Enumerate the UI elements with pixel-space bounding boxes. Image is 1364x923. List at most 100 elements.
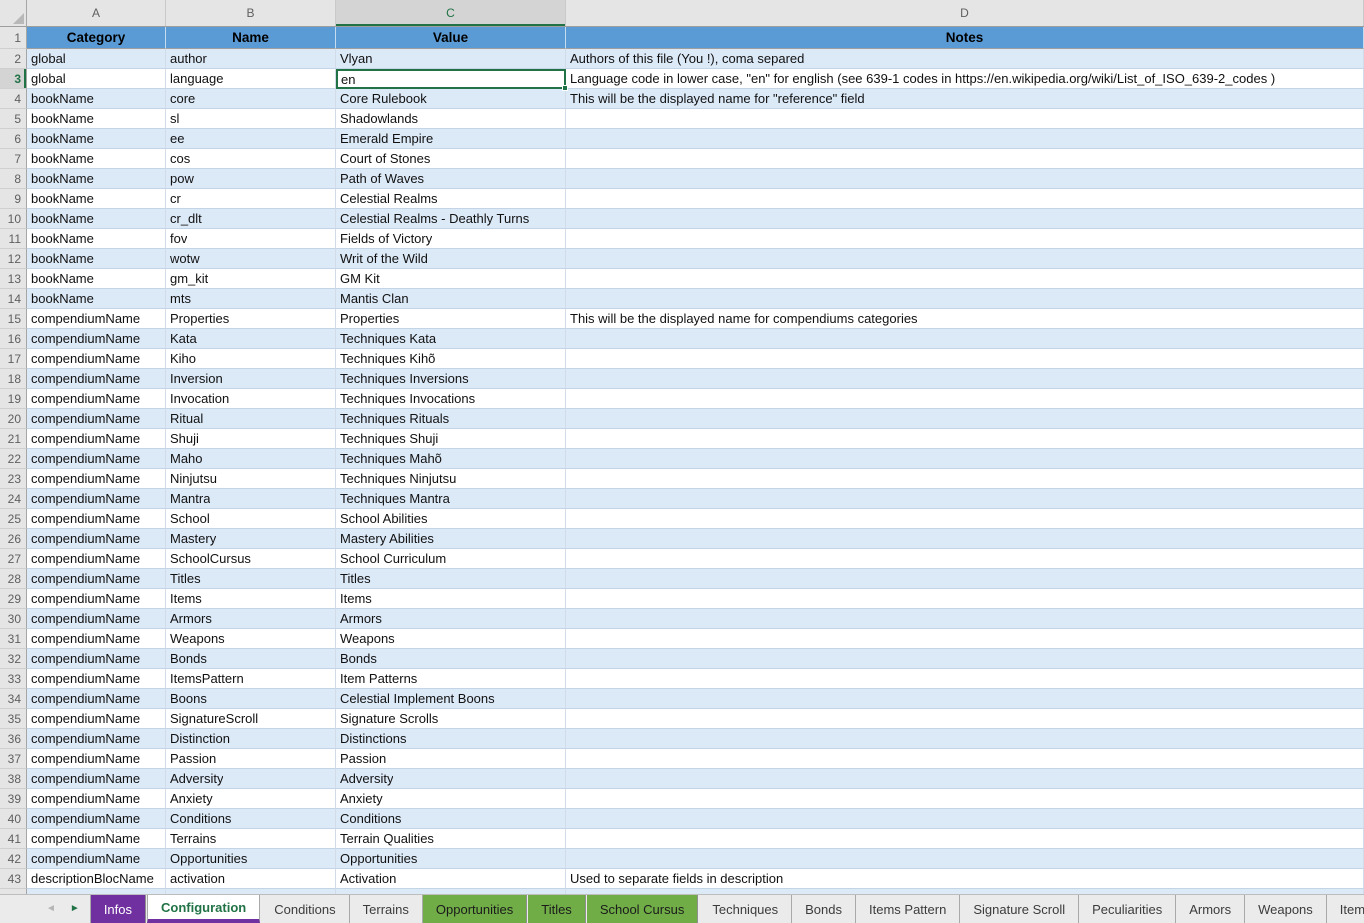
cell-C10[interactable]: Celestial Realms - Deathly Turns bbox=[336, 209, 566, 229]
cell-C19[interactable]: Techniques Invocations bbox=[336, 389, 566, 409]
cell-D35[interactable] bbox=[566, 709, 1364, 729]
cell-B8[interactable]: pow bbox=[166, 169, 336, 189]
row-number-24[interactable]: 24 bbox=[0, 489, 27, 509]
cell-D25[interactable] bbox=[566, 509, 1364, 529]
cell-B13[interactable]: gm_kit bbox=[166, 269, 336, 289]
cell-A3[interactable]: global bbox=[27, 69, 166, 89]
cell-A12[interactable]: bookName bbox=[27, 249, 166, 269]
row-number-30[interactable]: 30 bbox=[0, 609, 27, 629]
cell-C8[interactable]: Path of Waves bbox=[336, 169, 566, 189]
cell-D1[interactable]: Notes bbox=[566, 27, 1364, 49]
cell-B4[interactable]: core bbox=[166, 89, 336, 109]
cell-C38[interactable]: Adversity bbox=[336, 769, 566, 789]
cell-B19[interactable]: Invocation bbox=[166, 389, 336, 409]
row-number-23[interactable]: 23 bbox=[0, 469, 27, 489]
cell-D22[interactable] bbox=[566, 449, 1364, 469]
cell-A22[interactable]: compendiumName bbox=[27, 449, 166, 469]
cell-B30[interactable]: Armors bbox=[166, 609, 336, 629]
cell-A29[interactable]: compendiumName bbox=[27, 589, 166, 609]
cell-A9[interactable]: bookName bbox=[27, 189, 166, 209]
row-number-11[interactable]: 11 bbox=[0, 229, 27, 249]
cell-C16[interactable]: Techniques Kata bbox=[336, 329, 566, 349]
cell-A18[interactable]: compendiumName bbox=[27, 369, 166, 389]
cell-D42[interactable] bbox=[566, 849, 1364, 869]
row-number-2[interactable]: 2 bbox=[0, 49, 27, 69]
cell-A30[interactable]: compendiumName bbox=[27, 609, 166, 629]
sheet-tab-peculiarities[interactable]: Peculiarities bbox=[1079, 895, 1176, 923]
sheet-tab-terrains[interactable]: Terrains bbox=[350, 895, 423, 923]
row-number-19[interactable]: 19 bbox=[0, 389, 27, 409]
fill-handle[interactable] bbox=[562, 85, 568, 91]
cell-D3[interactable]: Language code in lower case, "en" for en… bbox=[566, 69, 1364, 89]
cell-B33[interactable]: ItemsPattern bbox=[166, 669, 336, 689]
row-number-7[interactable]: 7 bbox=[0, 149, 27, 169]
cell-B41[interactable]: Terrains bbox=[166, 829, 336, 849]
row-number-25[interactable]: 25 bbox=[0, 509, 27, 529]
cell-C34[interactable]: Celestial Implement Boons bbox=[336, 689, 566, 709]
cell-B28[interactable]: Titles bbox=[166, 569, 336, 589]
row-number-38[interactable]: 38 bbox=[0, 769, 27, 789]
cell-B27[interactable]: SchoolCursus bbox=[166, 549, 336, 569]
cell-B35[interactable]: SignatureScroll bbox=[166, 709, 336, 729]
row-number-15[interactable]: 15 bbox=[0, 309, 27, 329]
sheet-tab-weapons[interactable]: Weapons bbox=[1245, 895, 1327, 923]
cell-A1[interactable]: Category bbox=[27, 27, 166, 49]
cell-B12[interactable]: wotw bbox=[166, 249, 336, 269]
cell-D30[interactable] bbox=[566, 609, 1364, 629]
cell-B32[interactable]: Bonds bbox=[166, 649, 336, 669]
cell-A25[interactable]: compendiumName bbox=[27, 509, 166, 529]
cell-A20[interactable]: compendiumName bbox=[27, 409, 166, 429]
cell-C31[interactable]: Weapons bbox=[336, 629, 566, 649]
cell-D5[interactable] bbox=[566, 109, 1364, 129]
cell-B34[interactable]: Boons bbox=[166, 689, 336, 709]
cell-B1[interactable]: Name bbox=[166, 27, 336, 49]
cell-C37[interactable]: Passion bbox=[336, 749, 566, 769]
cell-A39[interactable]: compendiumName bbox=[27, 789, 166, 809]
cell-D43[interactable]: Used to separate fields in description bbox=[566, 869, 1364, 889]
cell-B36[interactable]: Distinction bbox=[166, 729, 336, 749]
row-number-33[interactable]: 33 bbox=[0, 669, 27, 689]
cell-C41[interactable]: Terrain Qualities bbox=[336, 829, 566, 849]
cell-C32[interactable]: Bonds bbox=[336, 649, 566, 669]
sheet-tab-bonds[interactable]: Bonds bbox=[792, 895, 856, 923]
cell-D11[interactable] bbox=[566, 229, 1364, 249]
cell-A7[interactable]: bookName bbox=[27, 149, 166, 169]
cell-B3[interactable]: language bbox=[166, 69, 336, 89]
row-number-14[interactable]: 14 bbox=[0, 289, 27, 309]
cell-B25[interactable]: School bbox=[166, 509, 336, 529]
cell-C28[interactable]: Titles bbox=[336, 569, 566, 589]
cell-D40[interactable] bbox=[566, 809, 1364, 829]
cell-A5[interactable]: bookName bbox=[27, 109, 166, 129]
row-number-16[interactable]: 16 bbox=[0, 329, 27, 349]
cell-D14[interactable] bbox=[566, 289, 1364, 309]
cell-B5[interactable]: sl bbox=[166, 109, 336, 129]
cell-D2[interactable]: Authors of this file (You !), coma separ… bbox=[566, 49, 1364, 69]
cell-A24[interactable]: compendiumName bbox=[27, 489, 166, 509]
cell-B37[interactable]: Passion bbox=[166, 749, 336, 769]
cell-B20[interactable]: Ritual bbox=[166, 409, 336, 429]
row-number-28[interactable]: 28 bbox=[0, 569, 27, 589]
column-header-d[interactable]: D bbox=[566, 0, 1364, 26]
row-number-4[interactable]: 4 bbox=[0, 89, 27, 109]
cell-C15[interactable]: Properties bbox=[336, 309, 566, 329]
row-number-20[interactable]: 20 bbox=[0, 409, 27, 429]
cell-B9[interactable]: cr bbox=[166, 189, 336, 209]
cell-C18[interactable]: Techniques Inversions bbox=[336, 369, 566, 389]
cell-A13[interactable]: bookName bbox=[27, 269, 166, 289]
sheet-tab-items-pattern[interactable]: Items Pattern bbox=[856, 895, 960, 923]
cell-A40[interactable]: compendiumName bbox=[27, 809, 166, 829]
cell-A38[interactable]: compendiumName bbox=[27, 769, 166, 789]
cell-A8[interactable]: bookName bbox=[27, 169, 166, 189]
cell-A28[interactable]: compendiumName bbox=[27, 569, 166, 589]
cell-A19[interactable]: compendiumName bbox=[27, 389, 166, 409]
cell-A42[interactable]: compendiumName bbox=[27, 849, 166, 869]
row-number-18[interactable]: 18 bbox=[0, 369, 27, 389]
cell-D31[interactable] bbox=[566, 629, 1364, 649]
cell-B17[interactable]: Kiho bbox=[166, 349, 336, 369]
cell-B26[interactable]: Mastery bbox=[166, 529, 336, 549]
sheet-tab-configuration[interactable]: Configuration bbox=[147, 895, 260, 923]
cell-D38[interactable] bbox=[566, 769, 1364, 789]
row-number-41[interactable]: 41 bbox=[0, 829, 27, 849]
cell-C42[interactable]: Opportunities bbox=[336, 849, 566, 869]
cell-B29[interactable]: Items bbox=[166, 589, 336, 609]
